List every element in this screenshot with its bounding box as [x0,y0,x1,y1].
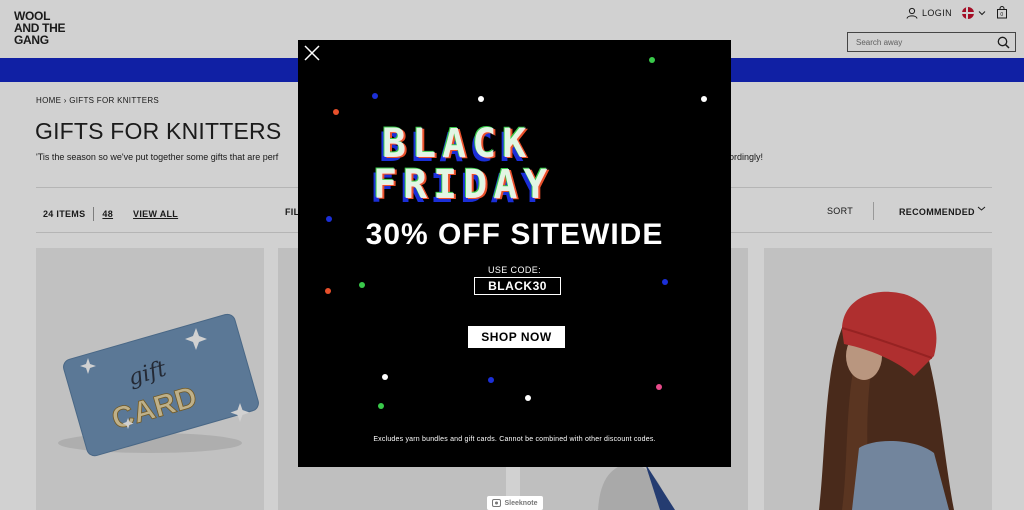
use-code-label: USE CODE: [487,265,542,275]
sleeknote-icon [492,499,502,507]
close-icon[interactable] [304,45,320,61]
popup-disclaimer: Excludes yarn bundles and gift cards. Ca… [373,436,656,443]
friday-pixel-text: FRIDAY [373,162,554,208]
black-friday-popup: BLACK BLACK BLACK BLACK FRIDAY FRIDAY FR… [298,40,731,467]
shop-now-button[interactable]: SHOP NOW [468,326,565,348]
sleeknote-label: Sleeknote [504,499,538,507]
confetti-decoration: BLACK BLACK BLACK BLACK FRIDAY FRIDAY FR… [325,57,707,409]
popup-headline: 30% OFF SITEWIDE [365,218,664,251]
discount-code: BLACK30 [474,277,561,295]
sleeknote-badge[interactable]: Sleeknote [487,496,543,510]
